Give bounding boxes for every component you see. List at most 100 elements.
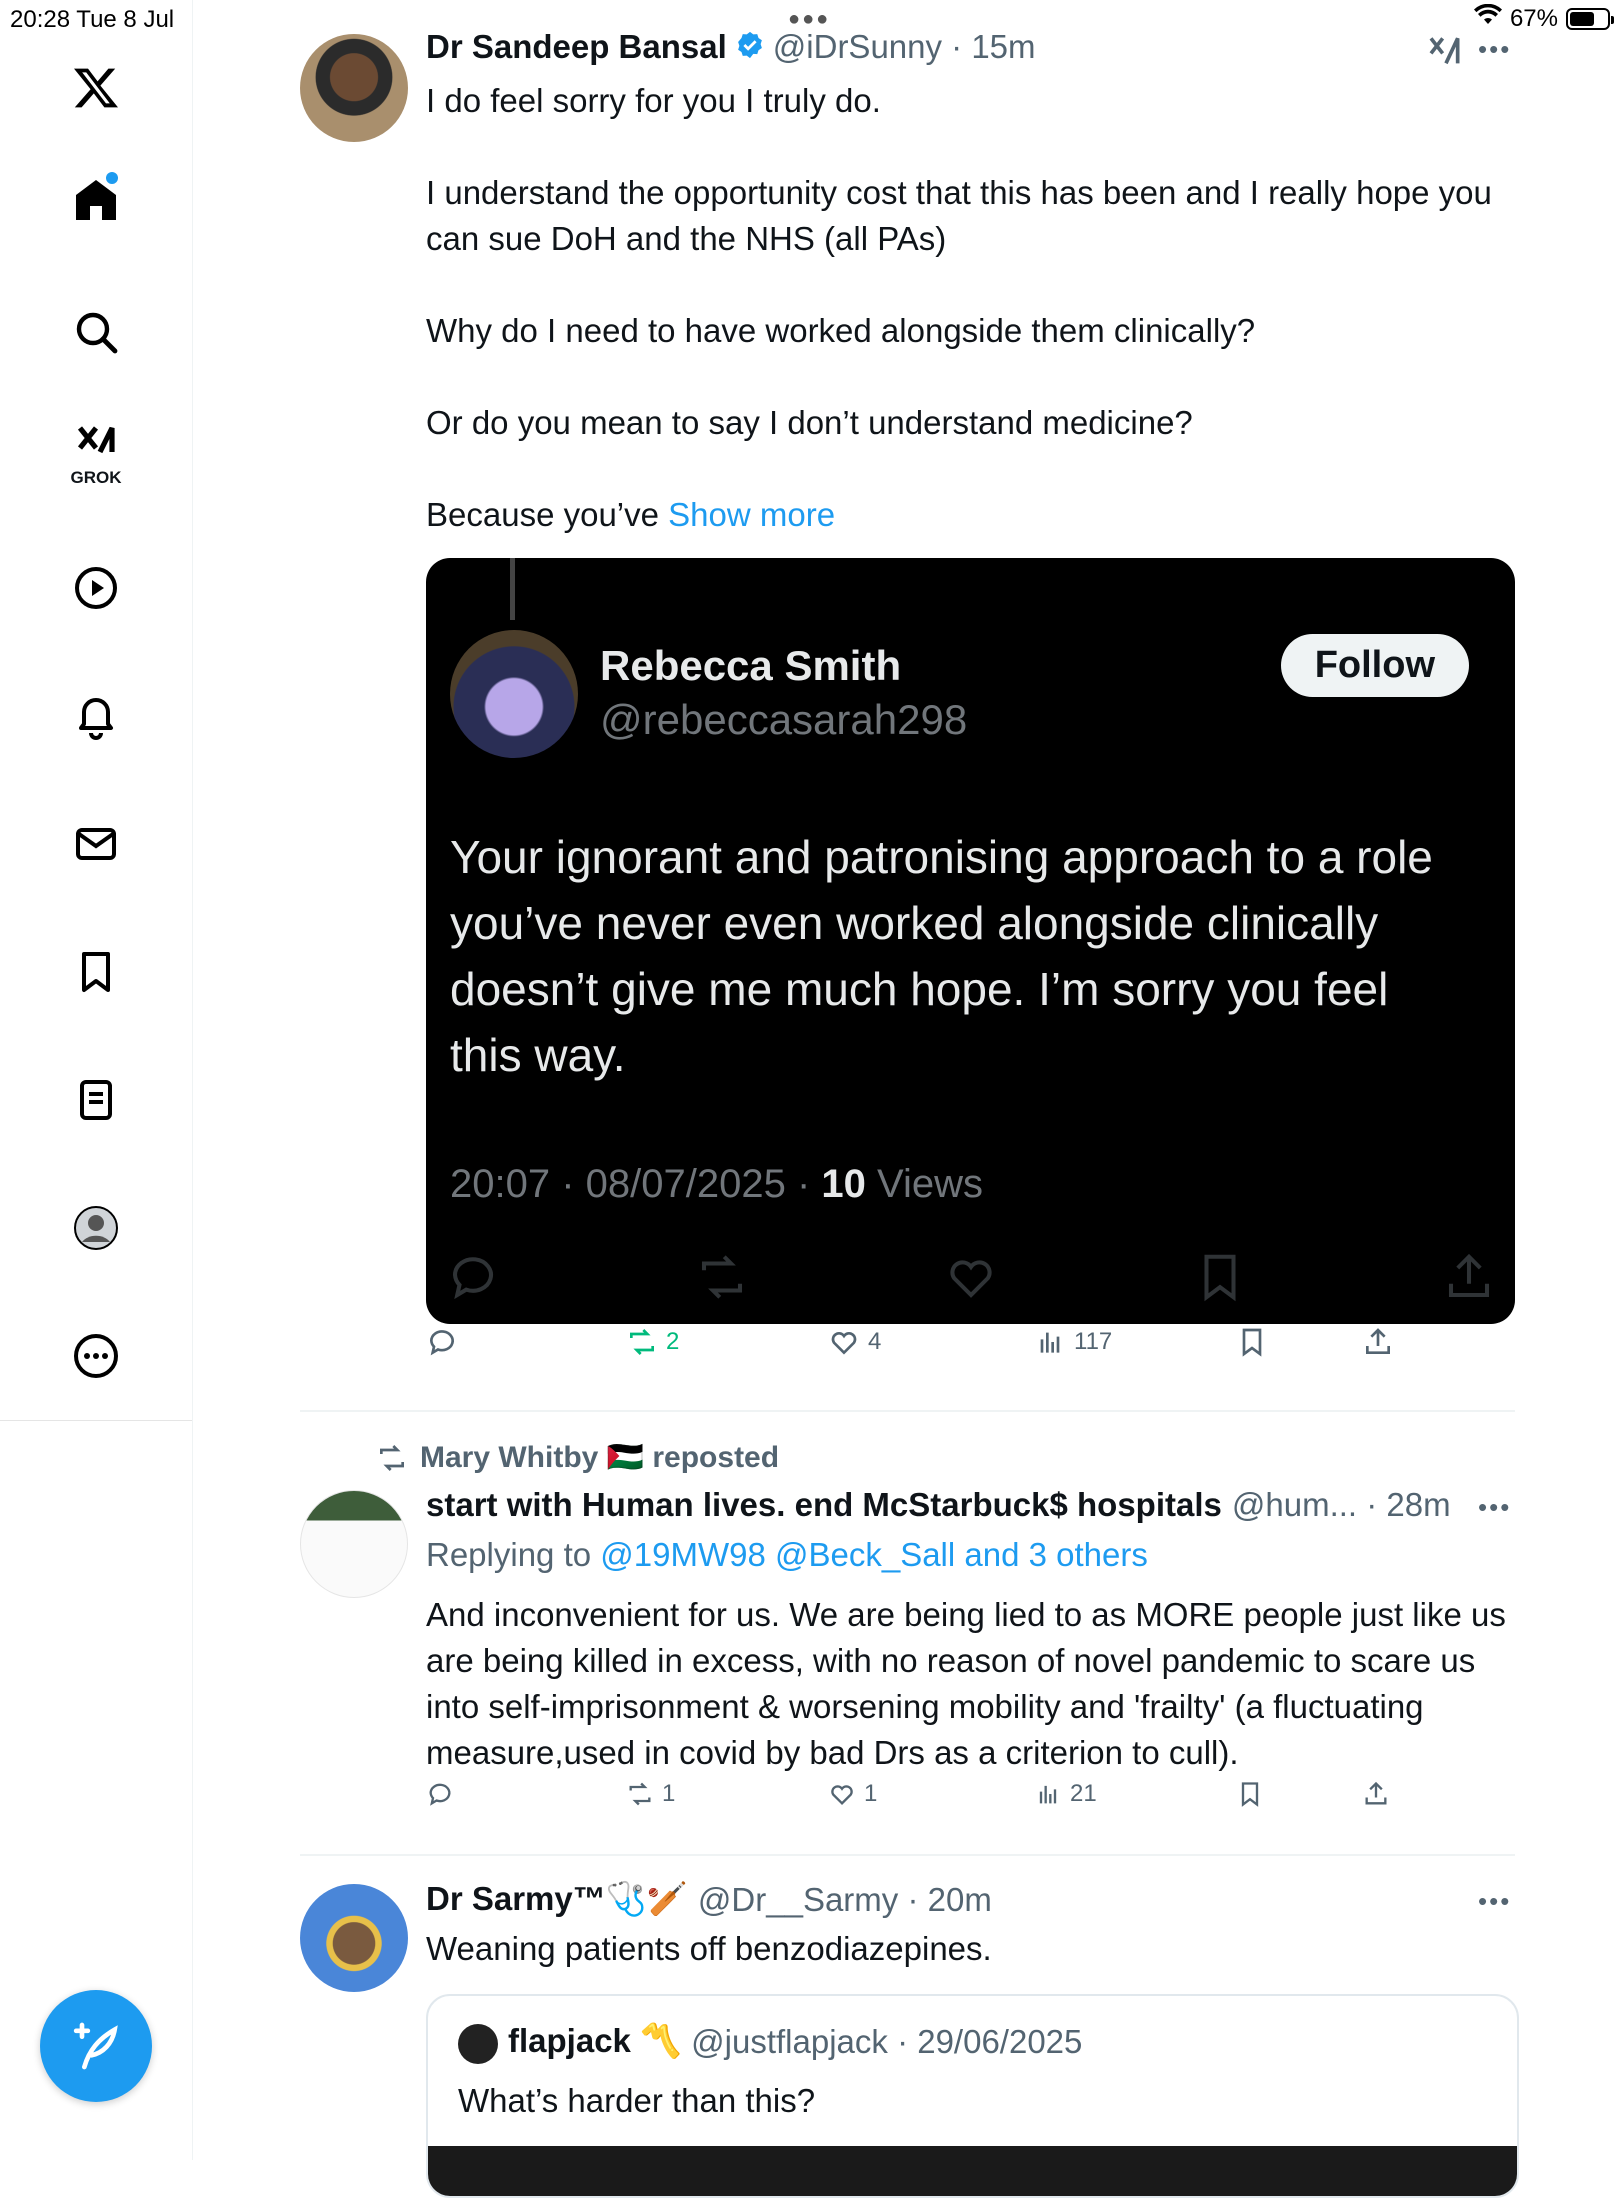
post-more-icon[interactable]: •••	[1478, 1492, 1511, 1523]
post-body: And inconvenient for us. We are being li…	[426, 1596, 1506, 1771]
quoted-post[interactable]: flapjack 〽️ @justflapjack · 29/06/2025 W…	[426, 1994, 1519, 2198]
repost-by[interactable]: Mary Whitby 🇵🇸 reposted	[420, 1440, 779, 1475]
views-button[interactable]: 117	[1034, 1326, 1112, 1358]
replying-to: Replying to @19MW98 @Beck_Sall and 3 oth…	[426, 1536, 1148, 1574]
embedded-author-name: Rebecca Smith	[600, 642, 902, 689]
more-icon[interactable]	[56, 1316, 136, 1396]
quoted-text: What’s harder than this?	[458, 2082, 816, 2119]
compose-button[interactable]	[40, 1990, 152, 2102]
post-more-icon[interactable]: •••	[1478, 34, 1511, 65]
reply-icon	[452, 1257, 494, 1300]
handle-time: @Dr__Sarmy · 20m	[697, 1880, 992, 1918]
show-more-link[interactable]: Show more	[668, 496, 835, 533]
share-button[interactable]	[1362, 1780, 1390, 1808]
repost-count: 1	[662, 1780, 676, 1807]
grok-label: GROK	[70, 468, 122, 487]
battery-fill	[1570, 11, 1595, 26]
embedded-views-label: Views	[865, 1162, 983, 1206]
share-button[interactable]	[1362, 1326, 1394, 1358]
repost-icon	[701, 1255, 743, 1299]
reply-icon	[429, 1330, 454, 1356]
home-new-dot	[106, 172, 118, 184]
verified-badge-icon	[735, 30, 765, 65]
repost-button[interactable]: 2	[626, 1326, 679, 1358]
bookmark-icon	[1204, 1254, 1236, 1302]
handle-time: @iDrSunny · 15m	[772, 28, 1036, 65]
reply-button[interactable]	[426, 1780, 462, 1808]
post-paragraph: Or do you mean to say I don’t understand…	[426, 404, 1193, 441]
author-name[interactable]: Dr Sandeep Bansal	[426, 28, 727, 66]
thread-line	[510, 558, 515, 620]
like-count: 4	[868, 1328, 882, 1355]
quoted-author-name: flapjack 〽️	[508, 2022, 682, 2059]
post-paragraph: I do feel sorry for you I truly do.	[426, 82, 881, 119]
avatar[interactable]	[300, 1490, 408, 1598]
lists-icon[interactable]	[56, 1060, 136, 1140]
bookmark-button[interactable]	[1236, 1780, 1264, 1808]
share-icon	[1448, 1253, 1490, 1298]
post-header: start with Human lives. end McStarbuck$ …	[426, 1486, 1451, 1524]
post-header: Dr Sarmy™🩺🏏 @Dr__Sarmy · 20m	[426, 1880, 992, 1919]
author-name[interactable]: Dr Sarmy™🩺🏏	[426, 1880, 688, 1919]
like-icon	[950, 1260, 992, 1298]
avatar[interactable]	[300, 34, 408, 142]
repost-count: 2	[666, 1328, 680, 1355]
quoted-handle-time: @justflapjack · 29/06/2025	[691, 2022, 1083, 2060]
video-icon[interactable]	[56, 548, 136, 628]
share-icon	[1365, 1781, 1387, 1805]
reply-icon	[429, 1783, 451, 1806]
repost-context: Mary Whitby 🇵🇸 reposted	[376, 1440, 779, 1475]
bookmark-icon	[1241, 1782, 1259, 1807]
x-logo-icon[interactable]	[56, 48, 136, 128]
repost-icon	[380, 1444, 404, 1471]
embedded-time: 20:07 · 08/07/2025 ·	[450, 1162, 822, 1206]
reply-button[interactable]	[426, 1326, 466, 1358]
like-button[interactable]: 4	[828, 1326, 881, 1358]
replying-to-label: Replying to	[426, 1536, 601, 1573]
like-button[interactable]: 1	[828, 1780, 877, 1808]
post-body: Weaning patients off benzodiazepines.	[426, 1930, 992, 1967]
embedded-handle: @rebeccasarah298	[600, 696, 968, 743]
quoted-avatar	[458, 2024, 498, 2064]
repost-icon	[630, 1329, 654, 1355]
views-icon	[1039, 1785, 1057, 1804]
views-icon	[1040, 1332, 1060, 1353]
like-icon	[831, 1332, 857, 1355]
notifications-icon[interactable]	[56, 676, 136, 756]
messages-icon[interactable]	[56, 804, 136, 884]
grok-explain-icon[interactable]	[1426, 30, 1466, 75]
post-more-icon[interactable]: •••	[1478, 1886, 1511, 1917]
share-icon	[1366, 1328, 1390, 1354]
repost-icon	[629, 1782, 651, 1806]
like-count: 1	[864, 1780, 878, 1807]
follow-button: Follow	[1280, 634, 1469, 697]
sidebar-divider	[0, 1420, 192, 1421]
post-divider	[300, 1854, 1515, 1856]
quoted-header: flapjack 〽️ @justflapjack · 29/06/2025	[508, 2022, 1082, 2061]
post-body: I do feel sorry for you I truly do. I un…	[426, 78, 1506, 538]
compose-feather-icon	[73, 2022, 118, 2070]
embedded-avatar	[450, 630, 578, 758]
bookmark-button[interactable]	[1236, 1326, 1268, 1358]
embedded-image-card[interactable]: Rebecca Smith @rebeccasarah298 Follow Yo…	[426, 558, 1515, 1324]
profile-icon[interactable]	[56, 1188, 136, 1268]
grok-icon[interactable]: GROK	[56, 410, 136, 506]
author-name[interactable]: start with Human lives. end McStarbuck$ …	[426, 1486, 1222, 1524]
replying-to-link[interactable]: @19MW98 @Beck_Sall and 3 others	[600, 1536, 1148, 1573]
bookmark-icon	[1242, 1328, 1262, 1357]
bookmarks-icon[interactable]	[56, 932, 136, 1012]
embedded-actions	[446, 1250, 1496, 1304]
status-indicators: 67%	[1473, 3, 1614, 33]
battery-percent: 67%	[1509, 4, 1558, 32]
views-button[interactable]: 21	[1034, 1780, 1097, 1808]
repost-button[interactable]: 1	[626, 1780, 675, 1808]
search-icon[interactable]	[56, 292, 136, 372]
quoted-media[interactable]	[428, 2146, 1517, 2196]
wifi-icon	[1473, 3, 1502, 33]
like-icon	[831, 1785, 853, 1805]
home-icon[interactable]	[56, 160, 136, 240]
embedded-views-count: 10	[821, 1162, 866, 1206]
views-count: 21	[1070, 1780, 1097, 1807]
embedded-text: Your ignorant and patronising approach t…	[450, 831, 1433, 1081]
avatar[interactable]	[300, 1884, 408, 1992]
